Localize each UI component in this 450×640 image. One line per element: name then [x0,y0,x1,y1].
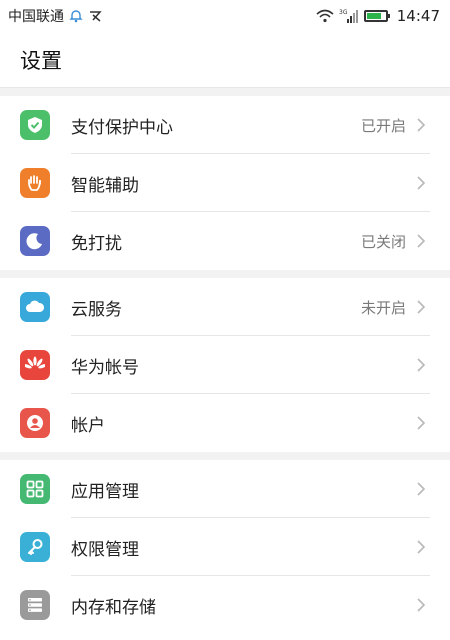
page-title: 设置 [0,32,450,88]
chevron-right-icon [414,358,428,372]
settings-group: 云服务 未开启华为帐号帐户 [0,278,450,452]
settings-row-label: 内存和存储 [71,597,156,618]
settings-row-label: 权限管理 [71,539,139,560]
group-divider [0,452,450,460]
clock: 14:47 [396,7,440,25]
settings-row[interactable]: 云服务 未开启 [0,278,450,336]
settings-row-label: 支付保护中心 [71,117,173,138]
settings-row-status: 已开启 [360,116,406,135]
shield-check-icon [20,110,50,140]
signal-icon: 3G [339,9,359,23]
chevron-right-icon [414,234,428,248]
settings-row-label: 云服务 [71,299,122,320]
settings-row[interactable]: 权限管理 [0,518,450,576]
moon-icon [20,226,50,256]
settings-row-label: 智能辅助 [71,175,139,196]
chevron-right-icon [414,482,428,496]
settings-row-status: 未开启 [360,298,406,317]
settings-group: 支付保护中心 已开启智能辅助免打扰 已关闭 [0,96,450,270]
app-notification-icon [88,9,102,23]
battery-icon [363,10,390,22]
huawei-icon [20,350,50,380]
hand-icon [20,168,50,198]
chevron-right-icon [414,118,428,132]
chevron-right-icon [414,416,428,430]
settings-row[interactable]: 支付保护中心 已开启 [0,96,450,154]
group-divider [0,88,450,96]
settings-row-label: 华为帐号 [71,357,139,378]
notification-icon [69,9,83,23]
grid-icon [20,474,50,504]
chevron-right-icon [414,540,428,554]
settings-row[interactable]: 智能辅助 [0,154,450,212]
settings-group: 应用管理权限管理内存和存储 [0,460,450,634]
settings-row[interactable]: 帐户 [0,394,450,452]
settings-row[interactable]: 应用管理 [0,460,450,518]
settings-row-label: 免打扰 [71,233,122,254]
chevron-right-icon [414,598,428,612]
network-type-label: 3G [339,9,348,16]
settings-row-label: 应用管理 [71,481,139,502]
settings-row-status: 已关闭 [360,232,406,251]
storage-icon [20,590,50,620]
user-icon [20,408,50,438]
chevron-right-icon [414,176,428,190]
wifi-icon [316,9,334,23]
status-bar: 中国联通 3G 14:47 [0,0,450,32]
chevron-right-icon [414,300,428,314]
group-divider [0,270,450,278]
settings-list: 支付保护中心 已开启智能辅助免打扰 已关闭云服务 未开启华为帐号帐户应用管理权限管理内… [0,88,450,634]
settings-row[interactable]: 免打扰 已关闭 [0,212,450,270]
carrier-label: 中国联通 [8,9,64,25]
settings-row[interactable]: 内存和存储 [0,576,450,634]
key-icon [20,532,50,562]
settings-row[interactable]: 华为帐号 [0,336,450,394]
settings-row-label: 帐户 [71,415,105,436]
cloud-icon [20,292,50,322]
